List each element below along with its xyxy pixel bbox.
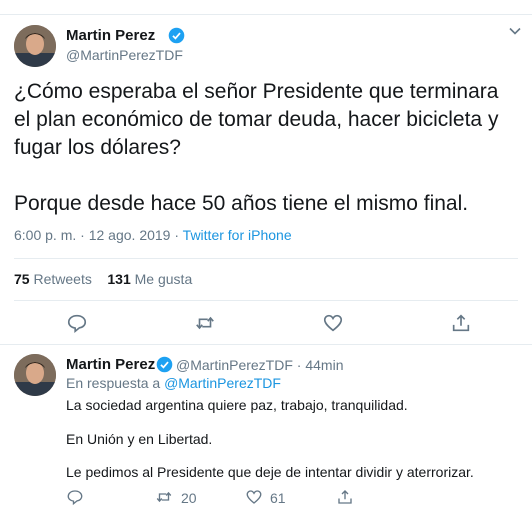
tweet-text-paragraph: ¿Cómo esperaba el señor Presidente que t…	[14, 80, 499, 159]
like-icon[interactable]	[322, 312, 344, 334]
reply-likes-count[interactable]: 61	[270, 490, 286, 506]
retweet-icon[interactable]	[155, 488, 173, 506]
tweet-meta: 6:00 p. m. · 12 ago. 2019 · Twitter for …	[14, 227, 292, 243]
avatar[interactable]	[14, 25, 56, 67]
reply-retweets-count[interactable]: 20	[181, 490, 197, 506]
chevron-down-icon[interactable]	[508, 24, 522, 38]
meta-separator: ·	[296, 357, 302, 373]
meta-separator: ·	[76, 227, 89, 243]
verified-icon	[168, 27, 185, 44]
tweet-date[interactable]: 12 ago. 2019	[89, 227, 171, 243]
author-handle[interactable]: @MartinPerezTDF	[66, 47, 183, 63]
reply-author-name[interactable]: Martin Perez	[66, 356, 155, 373]
reply-age[interactable]: 44min	[305, 357, 343, 373]
retweet-icon[interactable]	[194, 312, 216, 334]
tweet-text: ¿Cómo esperaba el señor Presidente que t…	[14, 78, 519, 218]
verified-icon	[156, 356, 173, 373]
likes-label[interactable]: Me gusta	[135, 271, 193, 287]
in-reply-to: En respuesta a @MartinPerezTDF	[66, 375, 281, 391]
reply-icon[interactable]	[66, 488, 84, 506]
share-icon[interactable]	[336, 488, 354, 506]
divider	[14, 258, 518, 259]
tweet-source[interactable]: Twitter for iPhone	[183, 227, 292, 243]
share-icon[interactable]	[450, 312, 472, 334]
retweets-count[interactable]: 75	[14, 271, 30, 287]
likes-count[interactable]: 131	[107, 271, 130, 287]
meta-separator: ·	[170, 227, 183, 243]
divider	[14, 300, 518, 301]
retweets-label[interactable]: Retweets	[33, 271, 91, 287]
tweet-text-paragraph: Porque desde hace 50 años tiene el mismo…	[14, 192, 469, 215]
in-reply-handle[interactable]: @MartinPerezTDF	[164, 375, 281, 391]
reply-text-line: En Unión y en Libertad.	[66, 431, 213, 447]
avatar[interactable]	[14, 354, 56, 396]
reply-header-meta: @MartinPerezTDF · 44min	[176, 357, 344, 373]
in-reply-prefix: En respuesta a	[66, 375, 161, 391]
top-divider	[0, 14, 532, 15]
tweet-stats: 75 Retweets 131 Me gusta	[14, 271, 192, 287]
like-icon[interactable]	[245, 488, 263, 506]
reply-icon[interactable]	[66, 312, 88, 334]
reply-author-handle[interactable]: @MartinPerezTDF	[176, 357, 293, 373]
author-name[interactable]: Martin Perez	[66, 27, 155, 44]
tweet-divider	[0, 344, 532, 345]
tweet-time[interactable]: 6:00 p. m.	[14, 227, 76, 243]
reply-text-line: La sociedad argentina quiere paz, trabaj…	[66, 397, 408, 413]
reply-text-line: Le pedimos al Presidente que deje de int…	[66, 464, 474, 480]
